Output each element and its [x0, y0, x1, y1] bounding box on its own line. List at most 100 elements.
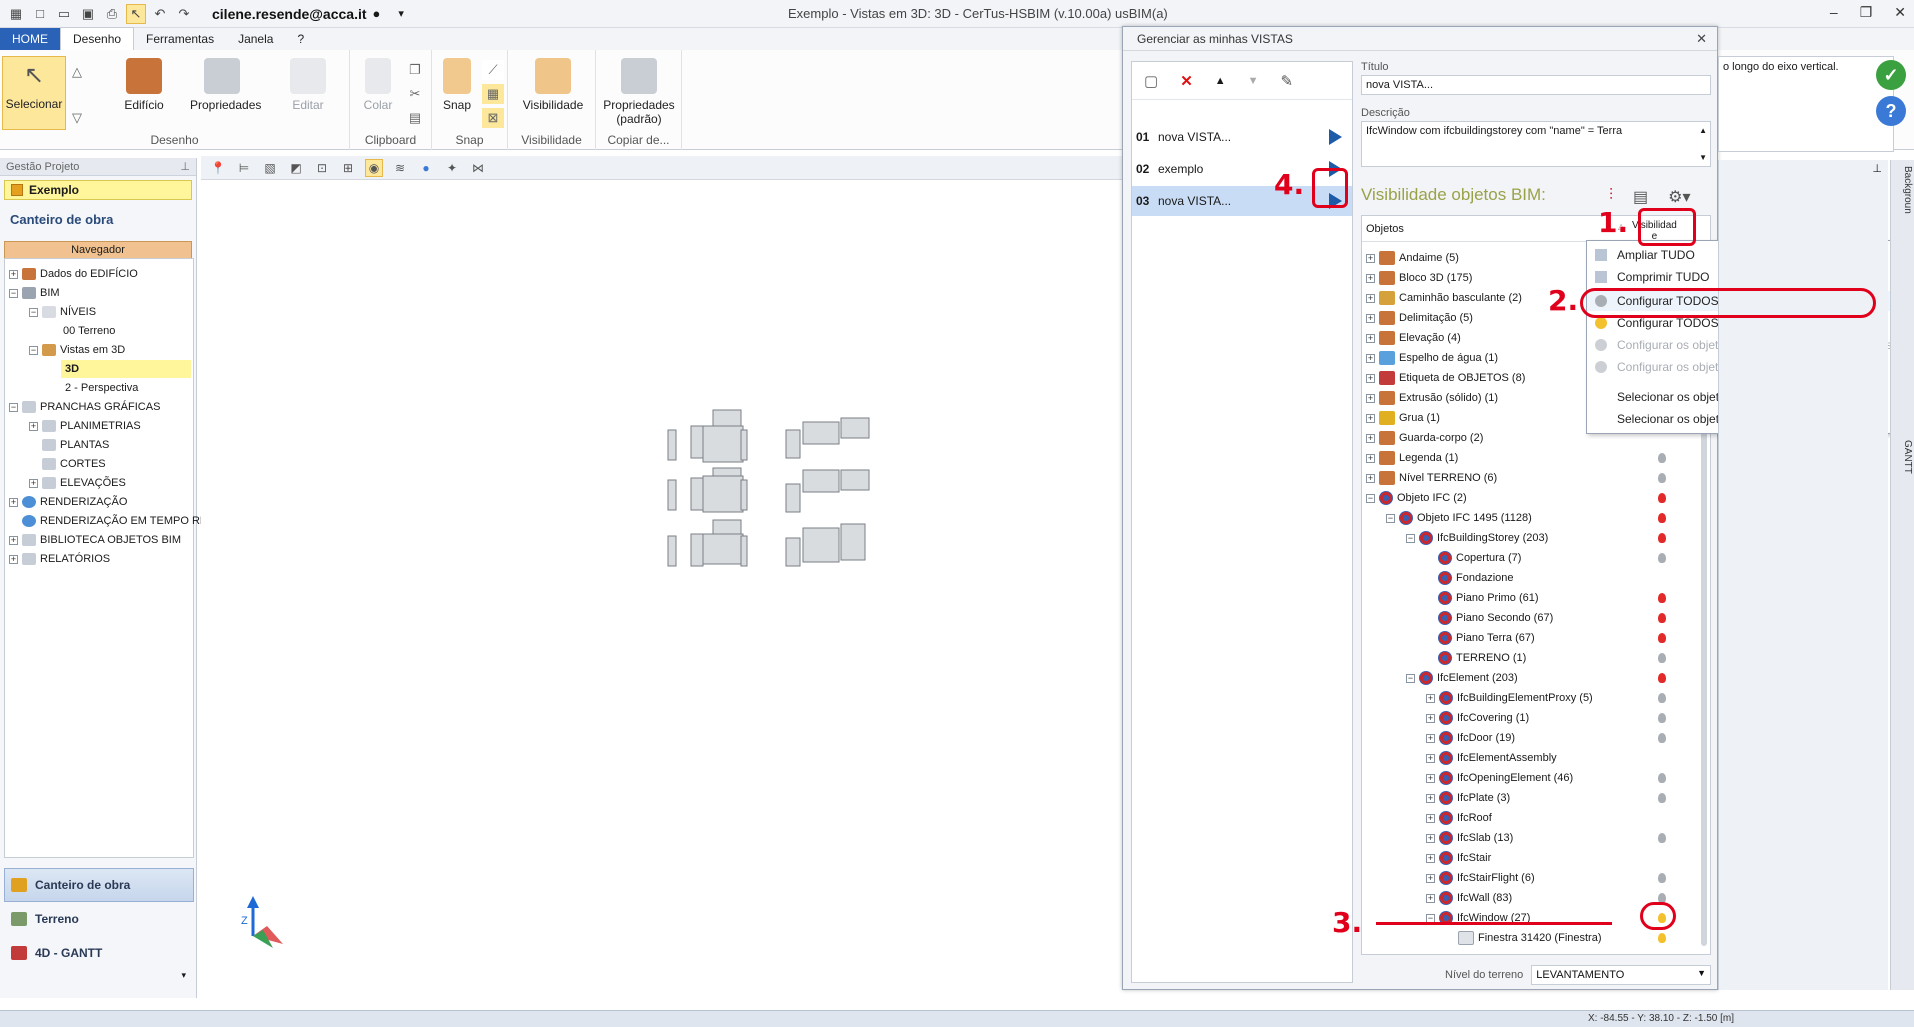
- collapse-icon[interactable]: −: [29, 307, 38, 317]
- gear-icon[interactable]: ⚙▾: [1668, 187, 1690, 207]
- project-item[interactable]: Exemplo: [4, 180, 192, 200]
- expand-icon[interactable]: +: [1366, 393, 1375, 403]
- object-row[interactable]: + Caminhão basculante (2): [1366, 288, 1522, 308]
- object-row[interactable]: + IfcRoof: [1426, 808, 1492, 828]
- object-row[interactable]: + Guarda-corpo (2): [1366, 428, 1483, 448]
- lightbulb-icon[interactable]: [1658, 673, 1666, 683]
- object-row[interactable]: − Objeto IFC (2): [1366, 488, 1467, 508]
- title-input[interactable]: nova VISTA...: [1361, 75, 1711, 95]
- tree-item-terreno[interactable]: 00 Terreno: [63, 322, 115, 340]
- tree-item-niveis[interactable]: − NÍVEIS: [29, 303, 96, 321]
- lightbulb-icon[interactable]: [1658, 653, 1666, 663]
- tree-item-render-tempo-real[interactable]: RENDERIZAÇÃO EM TEMPO RE...: [22, 512, 216, 530]
- object-row[interactable]: + IfcElementAssembly: [1426, 748, 1557, 768]
- select-cursor-icon[interactable]: ↖: [126, 3, 146, 24]
- tab-help[interactable]: ?: [285, 28, 316, 50]
- expand-icon[interactable]: +: [1426, 733, 1435, 743]
- default-properties-button[interactable]: Propriedades (padrão): [602, 58, 676, 126]
- navigator-band[interactable]: Navegador: [4, 241, 192, 259]
- tree-item-renderizacao[interactable]: + RENDERIZAÇÃO: [9, 493, 127, 511]
- scroll-down-icon[interactable]: ▼: [1699, 153, 1707, 162]
- object-row[interactable]: TERRENO (1): [1438, 648, 1526, 668]
- expand-icon[interactable]: +: [1426, 853, 1435, 863]
- object-row[interactable]: + IfcBuildingElementProxy (5): [1426, 688, 1593, 708]
- object-row[interactable]: Copertura (7): [1438, 548, 1521, 568]
- object-row[interactable]: + Grua (1): [1366, 408, 1440, 428]
- tree-item-relatorios[interactable]: + RELATÓRIOS: [9, 550, 110, 568]
- lightbulb-icon[interactable]: [1658, 713, 1666, 723]
- properties-button[interactable]: Propriedades: [190, 58, 261, 112]
- expand-icon[interactable]: +: [9, 535, 18, 545]
- tree-item-planimetrias[interactable]: + PLANIMETRIAS: [29, 417, 141, 435]
- lightbulb-icon[interactable]: [1658, 533, 1666, 543]
- lightbulb-icon[interactable]: [1658, 553, 1666, 563]
- expand-icon[interactable]: +: [29, 421, 38, 431]
- cut-icon[interactable]: ✂: [404, 84, 426, 104]
- snap-button[interactable]: Snap: [434, 58, 480, 112]
- edit-view-icon[interactable]: ✎: [1281, 72, 1294, 90]
- expand-icon[interactable]: +: [1426, 833, 1435, 843]
- snap-grid-icon[interactable]: ▦: [482, 84, 504, 104]
- object-row[interactable]: + IfcSlab (13): [1426, 828, 1513, 848]
- snap-line-icon[interactable]: ⟋: [482, 60, 504, 80]
- expand-icon[interactable]: +: [1426, 773, 1435, 783]
- object-row[interactable]: + Delimitação (5): [1366, 308, 1473, 328]
- object-row[interactable]: + IfcStair: [1426, 848, 1491, 868]
- expand-icon[interactable]: +: [1426, 813, 1435, 823]
- close-icon[interactable]: ✕: [1894, 4, 1906, 21]
- object-row[interactable]: Piano Terra (67): [1438, 628, 1535, 648]
- collapse-icon[interactable]: −: [1366, 493, 1375, 503]
- filter-icon[interactable]: ⫶: [1609, 187, 1613, 207]
- object-row[interactable]: − IfcElement (203): [1406, 668, 1518, 688]
- collapse-icon[interactable]: −: [9, 402, 18, 412]
- lightbulb-icon[interactable]: [1658, 453, 1666, 463]
- lightbulb-icon[interactable]: [1658, 733, 1666, 743]
- tree-item-biblioteca[interactable]: + BIBLIOTECA OBJETOS BIM: [9, 531, 181, 549]
- expand-icon[interactable]: +: [29, 478, 38, 488]
- visibility-filter-icon[interactable]: ◉: [365, 158, 383, 177]
- expand-icon[interactable]: +: [9, 554, 18, 564]
- tree-item-cortes[interactable]: CORTES: [42, 455, 106, 473]
- expand-icon[interactable]: +: [1426, 873, 1435, 883]
- dimension-icon[interactable]: ⊨: [235, 159, 253, 177]
- select-button[interactable]: ↖ Selecionar: [2, 56, 66, 130]
- tree-item-perspectiva[interactable]: 2 - Perspectiva: [65, 379, 138, 397]
- format-icon[interactable]: ▤: [404, 108, 426, 128]
- lightbulb-icon[interactable]: [1658, 773, 1666, 783]
- tab-gantt[interactable]: GANTT: [1893, 440, 1913, 474]
- collapse-icon[interactable]: −: [29, 345, 38, 355]
- expand-icon[interactable]: +: [1426, 793, 1435, 803]
- play-view-icon[interactable]: [1329, 129, 1342, 145]
- object-row[interactable]: − IfcBuildingStorey (203): [1406, 528, 1548, 548]
- lightbulb-icon[interactable]: [1658, 493, 1666, 503]
- object-row[interactable]: + Extrusão (sólido) (1): [1366, 388, 1498, 408]
- move-down-icon[interactable]: ▼: [1248, 75, 1259, 87]
- copy-icon[interactable]: ❐: [404, 60, 426, 80]
- module-gantt[interactable]: 4D - GANTT: [4, 936, 194, 970]
- object-row[interactable]: + IfcOpeningElement (46): [1426, 768, 1573, 788]
- print-icon[interactable]: ⎙: [102, 4, 122, 24]
- qa-dropdown-icon[interactable]: ▾: [398, 7, 404, 20]
- collapse-icon[interactable]: −: [1386, 513, 1395, 523]
- expand-icon[interactable]: +: [1366, 293, 1375, 303]
- expand-icon[interactable]: +: [9, 497, 18, 507]
- expand-icon[interactable]: +: [1426, 713, 1435, 723]
- restore-icon[interactable]: ❐: [1860, 4, 1873, 21]
- lightbulb-icon[interactable]: [1658, 613, 1666, 623]
- lightbulb-icon[interactable]: [1658, 933, 1666, 943]
- pin-icon[interactable]: ⊥: [1872, 162, 1882, 175]
- pushpin-icon[interactable]: 📍: [209, 159, 227, 177]
- object-row[interactable]: − Objeto IFC 1495 (1128): [1386, 508, 1532, 528]
- tree-item-elevacoes[interactable]: + ELEVAÇÕES: [29, 474, 126, 492]
- sphere-icon[interactable]: ●: [417, 159, 435, 177]
- section-cut-icon[interactable]: ◩: [287, 159, 305, 177]
- tab-desenho[interactable]: Desenho: [60, 27, 135, 50]
- collapse-icon[interactable]: −: [1406, 673, 1415, 683]
- object-row[interactable]: Piano Primo (61): [1438, 588, 1539, 608]
- paste-button[interactable]: Colar: [354, 58, 402, 112]
- visibility-button[interactable]: Visibilidade: [518, 58, 588, 112]
- tree-item-3d[interactable]: 3D: [61, 360, 191, 378]
- snap-cross-icon[interactable]: ⊠: [482, 108, 504, 128]
- terrain-level-select[interactable]: LEVANTAMENTO ▼: [1531, 965, 1711, 985]
- expand-icon[interactable]: +: [1366, 433, 1375, 443]
